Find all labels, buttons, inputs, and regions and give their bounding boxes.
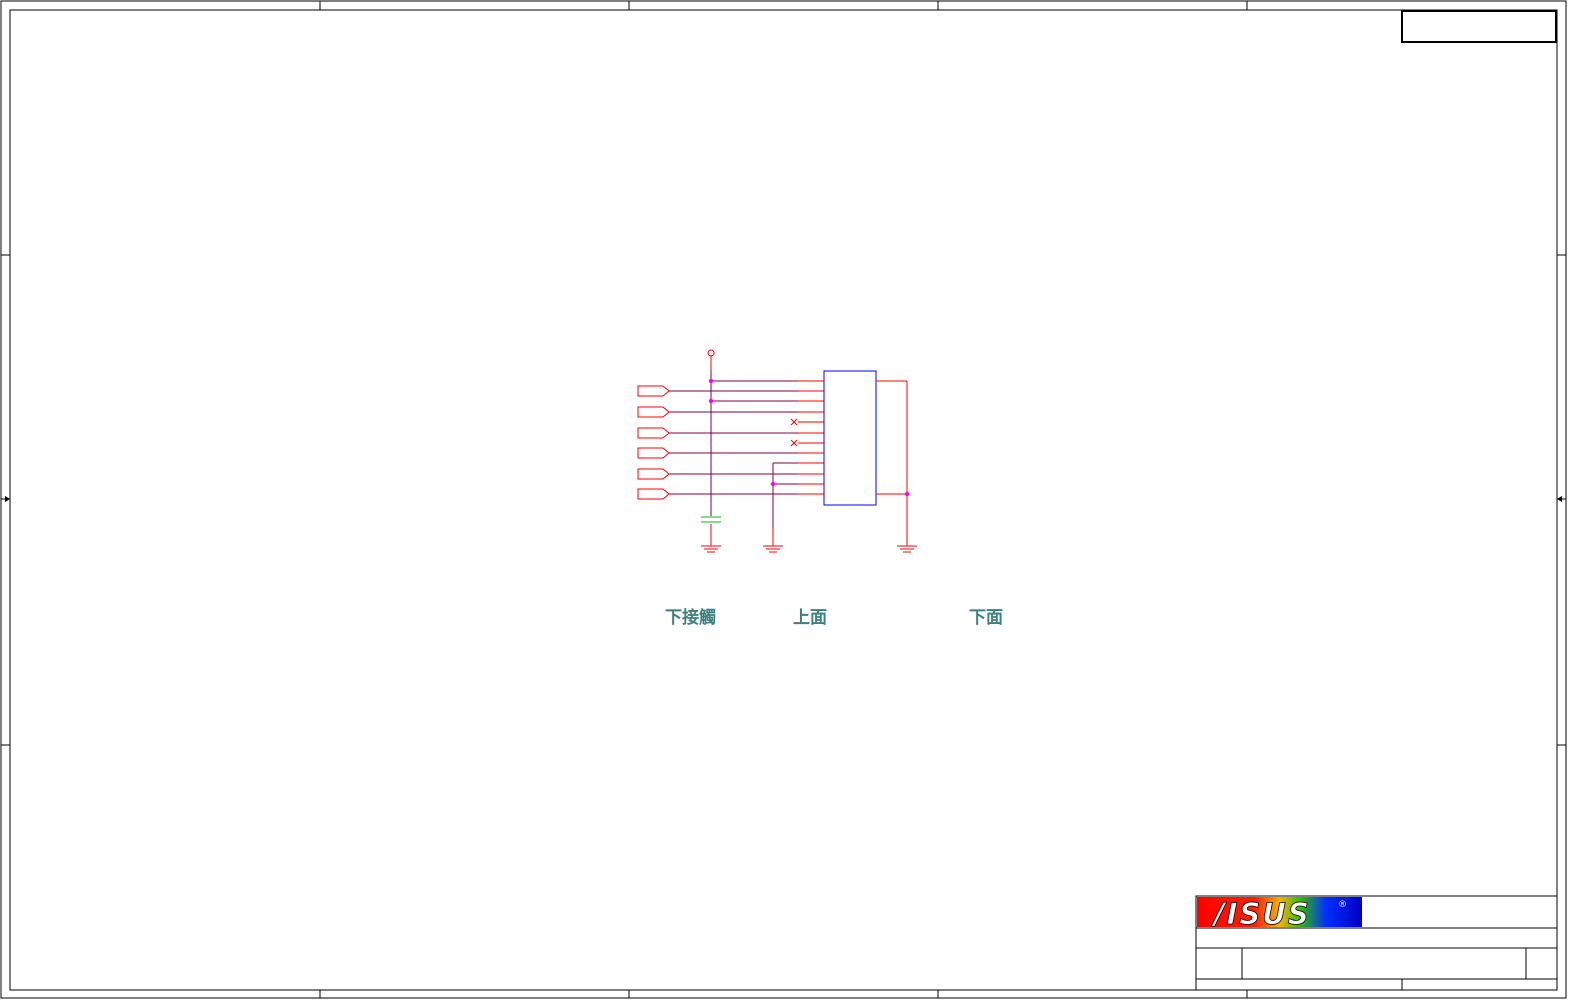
net-wires	[669, 380, 798, 528]
ground-icon	[763, 545, 783, 553]
revision-box	[1401, 10, 1557, 43]
offpage-connector-6	[637, 488, 670, 500]
offpage-connector-3	[637, 427, 670, 439]
power-node-icon	[707, 349, 715, 357]
capacitor-icon	[701, 516, 721, 523]
ground-icon	[897, 545, 917, 553]
logo-text: /ISUS	[1211, 897, 1311, 931]
drawing-frame	[0, 0, 1567, 999]
connector-body	[823, 370, 877, 506]
center-marker-left-icon	[1, 496, 10, 502]
junction-dots	[708, 378, 910, 497]
registered-mark: ®	[1338, 900, 1347, 910]
note-bottom-side: 下面	[969, 608, 1003, 628]
offpage-connector-2	[637, 406, 670, 418]
offpage-connector-5	[637, 468, 670, 480]
ground-icon	[701, 545, 721, 553]
schematic-sheet: 下接觸 上面 下面 /ISUS ®	[0, 0, 1567, 999]
offpage-connector-1	[637, 385, 670, 397]
shield-pins	[876, 380, 908, 546]
schematic: 下接觸 上面 下面	[637, 349, 1003, 628]
offpage-connector-4	[637, 447, 670, 459]
asus-logo: /ISUS ®	[1197, 897, 1362, 931]
note-bottom-contact: 下接觸	[665, 607, 716, 628]
note-top-side: 上面	[793, 608, 827, 628]
center-marker-right-icon	[1557, 496, 1566, 502]
